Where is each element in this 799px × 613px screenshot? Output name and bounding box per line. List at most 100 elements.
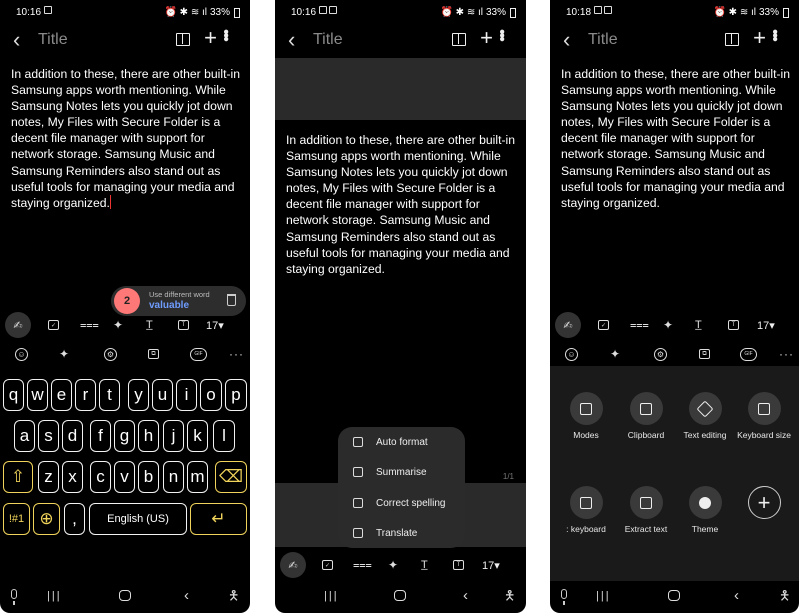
- accessibility-icon[interactable]: 🯅: [504, 587, 515, 609]
- key-p[interactable]: p: [225, 379, 247, 411]
- key-n[interactable]: n: [163, 461, 184, 493]
- key-u[interactable]: u: [152, 379, 173, 411]
- accessibility-icon[interactable]: 🯅: [228, 587, 239, 609]
- home-icon[interactable]: [394, 590, 406, 601]
- key-i[interactable]: i: [176, 379, 197, 411]
- tool-keyboard[interactable]: : keyboard: [556, 486, 616, 534]
- key-o[interactable]: o: [200, 379, 222, 411]
- tool-modes[interactable]: Modes: [556, 392, 616, 440]
- text-box-icon[interactable]: T: [453, 552, 464, 578]
- text-box-icon[interactable]: T: [178, 312, 189, 338]
- tool-keyboard-size[interactable]: Keyboard size: [734, 392, 794, 440]
- key-r[interactable]: r: [75, 379, 96, 411]
- reading-mode-icon[interactable]: [176, 33, 190, 46]
- font-size-select[interactable]: 17▾: [482, 552, 500, 578]
- menu-item-correct-spelling[interactable]: Correct spelling: [338, 488, 465, 518]
- ai-sparkle-icon[interactable]: ✦: [663, 312, 673, 338]
- more-icon[interactable]: ···: [779, 342, 794, 366]
- key-l[interactable]: l: [213, 420, 235, 452]
- text-style-icon[interactable]: ⩶: [630, 312, 649, 338]
- key-t[interactable]: t: [99, 379, 120, 411]
- sticker-icon[interactable]: ⧉: [148, 342, 159, 366]
- note-title[interactable]: Title: [588, 31, 618, 49]
- ai-sparkle-icon[interactable]: ✦: [113, 312, 123, 338]
- more-options-icon[interactable]: •••: [766, 29, 783, 40]
- pen-icon[interactable]: ✍: [280, 552, 306, 578]
- reading-mode-icon[interactable]: [452, 33, 466, 46]
- ai-sparkle-icon[interactable]: ✦: [388, 552, 398, 578]
- tool-clipboard[interactable]: Clipboard: [616, 392, 676, 440]
- tool-theme[interactable]: Theme: [675, 486, 735, 534]
- suggested-word[interactable]: valuable: [149, 300, 189, 311]
- space-key[interactable]: English (US): [89, 503, 187, 535]
- sticker-icon[interactable]: ⧉: [699, 342, 710, 366]
- gif-icon[interactable]: GIF: [740, 342, 757, 366]
- gif-icon[interactable]: GIF: [190, 342, 207, 366]
- recent-apps-icon[interactable]: |||: [324, 590, 339, 602]
- galaxy-ai-icon[interactable]: ✦: [610, 342, 620, 366]
- language-globe-icon[interactable]: ⊕: [33, 503, 60, 535]
- key-g[interactable]: g: [114, 420, 135, 452]
- back-icon[interactable]: ‹: [288, 29, 295, 51]
- recent-apps-icon[interactable]: |||: [596, 590, 611, 602]
- add-icon[interactable]: +: [204, 27, 217, 49]
- more-options-icon[interactable]: •••: [493, 29, 510, 40]
- recent-apps-icon[interactable]: |||: [47, 590, 62, 602]
- tool-extract-text[interactable]: Extract text: [616, 486, 676, 534]
- key-q[interactable]: q: [3, 379, 24, 411]
- key-d[interactable]: d: [62, 420, 83, 452]
- checkbox-icon[interactable]: ✓: [48, 312, 59, 338]
- more-options-icon[interactable]: •••: [217, 29, 234, 40]
- font-size-select[interactable]: 17▾: [206, 312, 224, 338]
- text-format-icon[interactable]: T̲: [146, 312, 153, 338]
- backspace-key[interactable]: ⌫: [215, 461, 247, 493]
- key-z[interactable]: z: [38, 461, 59, 493]
- reading-mode-icon[interactable]: [725, 33, 739, 46]
- text-format-icon[interactable]: T̲: [421, 552, 428, 578]
- settings-icon[interactable]: ⚙: [654, 342, 667, 366]
- comma-key[interactable]: ,: [64, 503, 85, 535]
- symbols-key[interactable]: !#1: [3, 503, 30, 535]
- microphone-icon[interactable]: [561, 589, 567, 605]
- key-a[interactable]: a: [14, 420, 35, 452]
- key-k[interactable]: k: [187, 420, 208, 452]
- microphone-icon[interactable]: [11, 589, 17, 605]
- key-y[interactable]: y: [128, 379, 149, 411]
- key-v[interactable]: v: [114, 461, 135, 493]
- note-body[interactable]: In addition to these, there are other bu…: [11, 66, 242, 211]
- enter-key[interactable]: ↵: [190, 503, 247, 535]
- add-icon[interactable]: +: [480, 27, 493, 49]
- text-style-icon[interactable]: ⩶: [80, 312, 99, 338]
- nav-back-icon[interactable]: ‹: [734, 587, 739, 604]
- galaxy-ai-icon[interactable]: ✦: [59, 342, 69, 366]
- key-h[interactable]: h: [138, 420, 159, 452]
- tool-text-editing[interactable]: Text editing: [675, 392, 735, 440]
- accessibility-icon[interactable]: 🯅: [779, 587, 790, 609]
- text-box-icon[interactable]: T: [728, 312, 739, 338]
- checkbox-icon[interactable]: ✓: [322, 552, 333, 578]
- emoji-icon[interactable]: ☺: [565, 342, 578, 366]
- trash-icon[interactable]: [227, 294, 236, 306]
- key-m[interactable]: m: [187, 461, 208, 493]
- add-icon[interactable]: +: [753, 27, 766, 49]
- menu-item-auto-format[interactable]: Auto format: [338, 427, 465, 457]
- nav-back-icon[interactable]: ‹: [184, 587, 189, 604]
- note-title[interactable]: Title: [38, 31, 68, 49]
- back-icon[interactable]: ‹: [563, 29, 570, 51]
- add-tool-button[interactable]: +: [734, 486, 794, 519]
- key-j[interactable]: j: [163, 420, 184, 452]
- pen-icon[interactable]: ✍: [5, 312, 31, 338]
- more-icon[interactable]: ···: [229, 342, 244, 366]
- text-style-icon[interactable]: ⩶: [353, 552, 372, 578]
- settings-icon[interactable]: ⚙: [104, 342, 117, 366]
- pen-icon[interactable]: ✍: [555, 312, 581, 338]
- note-body[interactable]: In addition to these, there are other bu…: [561, 66, 791, 211]
- key-f[interactable]: f: [90, 420, 111, 452]
- checkbox-icon[interactable]: ✓: [598, 312, 609, 338]
- text-format-icon[interactable]: T̲: [695, 312, 702, 338]
- key-x[interactable]: x: [62, 461, 83, 493]
- home-icon[interactable]: [119, 590, 131, 601]
- note-body[interactable]: In addition to these, there are other bu…: [286, 132, 518, 277]
- key-b[interactable]: b: [138, 461, 159, 493]
- font-size-select[interactable]: 17▾: [757, 312, 775, 338]
